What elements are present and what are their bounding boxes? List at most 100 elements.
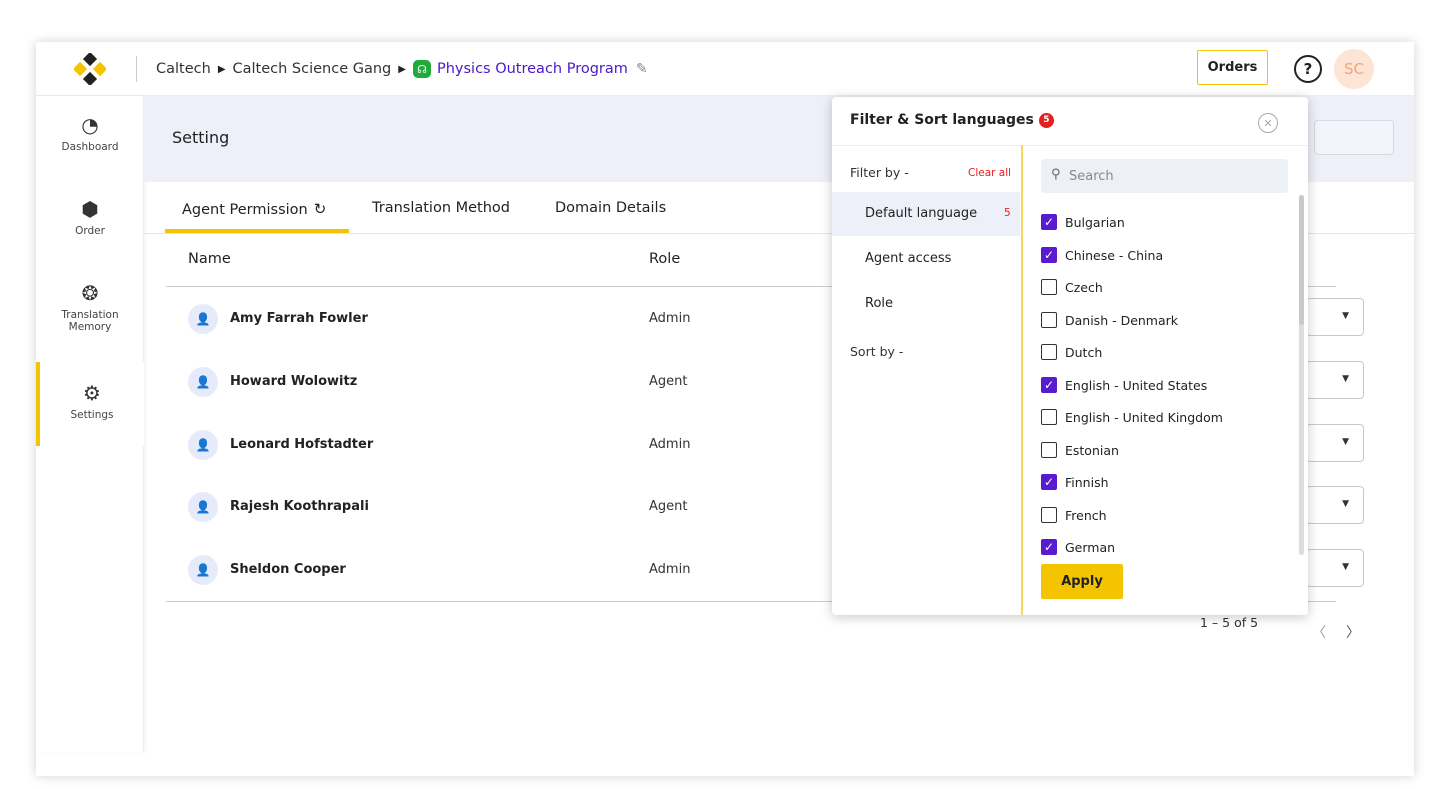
page-title: Setting	[172, 128, 230, 147]
checkbox-checked[interactable]: ✓	[1041, 539, 1057, 555]
edit-pencil-icon[interactable]: ✎	[636, 61, 648, 77]
active-tab-indicator	[165, 229, 349, 233]
sidebar-item-translation-memory[interactable]: ❂ Translation Memory	[36, 282, 144, 333]
language-name: Czech	[1065, 279, 1103, 295]
language-name: Chinese - China	[1065, 247, 1164, 263]
language-option[interactable]: Czech	[1041, 277, 1281, 297]
user-avatar-icon: 👤	[188, 367, 218, 397]
filter-option-role[interactable]: Role	[832, 282, 1020, 326]
checkbox[interactable]	[1041, 409, 1057, 425]
tab-agent-permission[interactable]: Agent Permission ↻	[182, 200, 326, 218]
language-search-box: ⚲	[1041, 159, 1288, 193]
language-name: Estonian	[1065, 442, 1119, 458]
sidebar-item-label: Settings	[70, 409, 114, 421]
filter-option-count: 5	[1004, 207, 1011, 219]
breadcrumb-separator-icon: ▶	[217, 63, 226, 75]
breadcrumb-program[interactable]: Physics Outreach Program	[437, 61, 628, 77]
sidebar-item-label: Order	[75, 225, 105, 237]
popup-column-divider	[1021, 145, 1023, 615]
language-option[interactable]: English - United Kingdom	[1041, 407, 1281, 427]
refresh-icon[interactable]: ↻	[314, 200, 327, 218]
filter-option-default-language[interactable]: Default language 5	[832, 192, 1020, 236]
user-name: Rajesh Koothrapali	[230, 499, 369, 514]
close-icon[interactable]: ✕	[1258, 113, 1278, 133]
popup-title: Filter & Sort languages 5	[850, 112, 1054, 128]
user-avatar[interactable]: SC	[1334, 49, 1374, 89]
access-dropdown[interactable]: ▼	[1306, 486, 1364, 524]
chevron-right-icon[interactable]: 〉	[1346, 622, 1360, 642]
checkbox-checked[interactable]: ✓	[1041, 214, 1057, 230]
gear-icon: ⚙	[83, 381, 101, 405]
chevron-down-icon: ▼	[1342, 374, 1349, 384]
language-name: German	[1065, 539, 1116, 555]
clear-all-link[interactable]: Clear all	[968, 167, 1011, 179]
pagination-info: 1 – 5 of 5	[1200, 615, 1259, 630]
user-avatar-icon: 👤	[188, 555, 218, 585]
filter-count-badge: 5	[1038, 112, 1054, 128]
language-option[interactable]: ✓ Bulgarian	[1041, 212, 1281, 232]
access-dropdown[interactable]: ▼	[1306, 424, 1364, 462]
language-option[interactable]: Dutch	[1041, 342, 1281, 362]
user-avatar-icon: 👤	[188, 430, 218, 460]
user-role: Admin	[649, 437, 691, 452]
column-header-name[interactable]: Name	[188, 251, 231, 267]
language-name: English - United States	[1065, 377, 1208, 393]
filter-option-label: Default language	[865, 206, 978, 221]
orders-button[interactable]: Orders	[1197, 50, 1268, 85]
access-dropdown[interactable]: ▼	[1306, 298, 1364, 336]
filter-option-label: Role	[865, 296, 894, 311]
header-divider	[136, 56, 137, 82]
sidebar-item-label: Dashboard	[61, 141, 119, 153]
breadcrumb-separator-icon: ▶	[398, 63, 406, 75]
tab-translation-method[interactable]: Translation Method	[372, 200, 510, 216]
language-option[interactable]: French	[1041, 505, 1281, 525]
checkbox[interactable]	[1041, 312, 1057, 328]
checkbox[interactable]	[1041, 507, 1057, 523]
sort-by-label: Sort by -	[850, 344, 904, 359]
user-name: Howard Wolowitz	[230, 374, 358, 389]
filter-by-label: Filter by -	[850, 165, 909, 180]
language-option[interactable]: ✓ English - United States	[1041, 375, 1281, 395]
language-option[interactable]: ✓ Chinese - China	[1041, 245, 1281, 265]
headset-icon: ☊	[412, 60, 431, 78]
sidebar-item-settings[interactable]: ⚙ Settings	[36, 362, 144, 446]
user-avatar-icon: 👤	[188, 492, 218, 522]
user-role: Admin	[649, 562, 691, 577]
language-option[interactable]: ✓ Finnish	[1041, 472, 1281, 492]
access-dropdown[interactable]: ▼	[1306, 361, 1364, 399]
user-role: Agent	[649, 374, 688, 389]
chevron-left-icon[interactable]: 〈	[1312, 622, 1326, 642]
sidebar-item-dashboard[interactable]: ◔ Dashboard	[36, 114, 144, 153]
filter-sort-popup: Filter & Sort languages 5 ✕ Filter by - …	[832, 97, 1308, 615]
language-name: Dutch	[1065, 344, 1103, 360]
language-name: Finnish	[1065, 474, 1109, 490]
language-name: Bulgarian	[1065, 214, 1125, 230]
checkbox-checked[interactable]: ✓	[1041, 377, 1057, 393]
scrollbar-thumb[interactable]	[1299, 195, 1304, 325]
breadcrumb-team[interactable]: Caltech Science Gang	[233, 61, 392, 77]
checkbox-checked[interactable]: ✓	[1041, 474, 1057, 490]
popup-title-text: Filter & Sort languages	[850, 112, 1034, 128]
language-option[interactable]: Danish - Denmark	[1041, 310, 1281, 330]
logo-icon[interactable]	[74, 53, 106, 85]
apply-button[interactable]: Apply	[1041, 564, 1123, 599]
breadcrumb-org[interactable]: Caltech	[156, 61, 211, 77]
header-search-field[interactable]	[1314, 120, 1394, 155]
help-icon[interactable]: ?	[1294, 55, 1322, 83]
column-header-role[interactable]: Role	[649, 251, 680, 267]
tab-domain-details[interactable]: Domain Details	[555, 200, 666, 216]
language-option[interactable]: ✓ German	[1041, 537, 1281, 557]
checkbox-checked[interactable]: ✓	[1041, 247, 1057, 263]
filter-option-agent-access[interactable]: Agent access	[832, 237, 1020, 281]
checkbox[interactable]	[1041, 442, 1057, 458]
sidebar-item-order[interactable]: ⬢ Order	[36, 198, 144, 237]
language-search-input[interactable]	[1069, 166, 1269, 186]
language-name: French	[1065, 507, 1107, 523]
user-role: Admin	[649, 311, 691, 326]
checkbox[interactable]	[1041, 279, 1057, 295]
box-icon: ⬢	[81, 197, 99, 221]
access-dropdown[interactable]: ▼	[1306, 549, 1364, 587]
user-name: Amy Farrah Fowler	[230, 311, 368, 326]
language-option[interactable]: Estonian	[1041, 440, 1281, 460]
checkbox[interactable]	[1041, 344, 1057, 360]
